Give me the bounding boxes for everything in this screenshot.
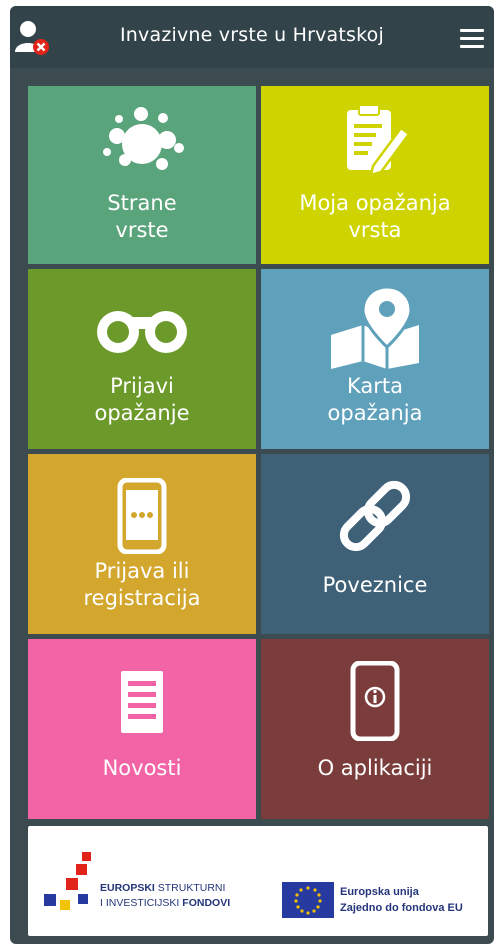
tile-label: O aplikaciji [317, 756, 433, 780]
user-remove-icon [15, 21, 49, 55]
app-title: Invazivne vrste u Hrvatskoj [120, 24, 384, 46]
tile-label: Karta opažanja [327, 374, 423, 425]
binoculars-icon [28, 307, 256, 357]
tile-label: Prijava ili registracija [83, 559, 201, 610]
tile-moja-opazanja[interactable]: Moja opažanja vrsta [261, 86, 489, 264]
tile-novosti[interactable]: Novosti [28, 639, 256, 819]
esif-logo-icon [38, 850, 102, 924]
esif-text: EUROPSKI STRUKTURNI I INVESTICIJSKI FOND… [100, 882, 231, 909]
user-button[interactable] [14, 18, 58, 58]
eu-flag-icon [282, 882, 334, 918]
app-header: Invazivne vrste u Hrvatskoj [10, 6, 494, 68]
tile-karta-opazanja[interactable]: Karta opažanja [261, 269, 489, 449]
map-pin-icon [261, 283, 489, 369]
tile-prijavi-opazanje[interactable]: Prijavi opažanje [28, 269, 256, 449]
link-icon [261, 478, 489, 554]
mobile-phone-icon [28, 478, 256, 554]
tile-label: Moja opažanja vrsta [299, 191, 451, 242]
document-lines-icon [28, 669, 256, 735]
tile-label: Novosti [102, 756, 182, 780]
tile-strane-vrste[interactable]: Strane vrste [28, 86, 256, 264]
tile-prijava-registracija[interactable]: Prijava ili registracija [28, 454, 256, 634]
tile-poveznice[interactable]: Poveznice [261, 454, 489, 634]
clipboard-pencil-icon [261, 102, 489, 182]
tile-label: Poveznice [322, 573, 428, 597]
app-screen: Invazivne vrste u Hrvatskoj Strane vrste… [10, 6, 494, 944]
tile-label: Prijavi opažanje [94, 374, 190, 425]
tile-o-aplikaciji[interactable]: O aplikaciji [261, 639, 489, 819]
eu-text: Europska unija Zajedno do fondova EU [340, 886, 463, 914]
bubbles-icon [28, 104, 256, 174]
phone-info-icon [261, 661, 489, 741]
menu-button[interactable] [452, 22, 492, 56]
tile-label: Strane vrste [107, 191, 177, 242]
eu-funds-footer: EUROPSKI STRUKTURNI I INVESTICIJSKI FOND… [28, 826, 488, 936]
